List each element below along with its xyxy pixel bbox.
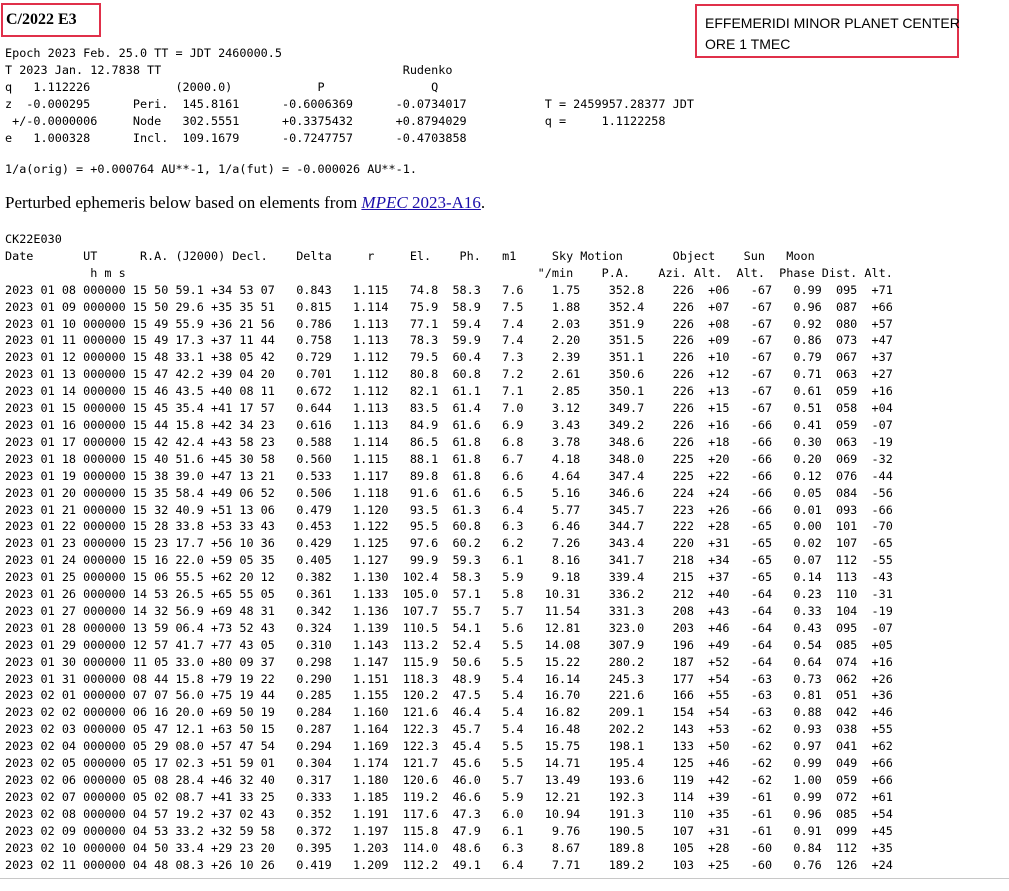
table-row: 2023 01 29 000000 12 57 41.7 +77 43 05 0… xyxy=(5,637,893,652)
orbital-elements-block: Epoch 2023 Feb. 25.0 TT = JDT 2460000.5 … xyxy=(5,46,694,145)
header-line-1: EFFEMERIDI MINOR PLANET CENTER xyxy=(705,15,960,31)
bottom-divider xyxy=(0,878,1009,879)
mpec-link-italic: MPEC xyxy=(361,193,408,212)
table-row: 2023 02 04 000000 05 29 08.0 +57 47 54 0… xyxy=(5,739,893,754)
table-row: 2023 01 16 000000 15 44 15.8 +42 34 23 0… xyxy=(5,417,893,432)
table-row: 2023 01 24 000000 15 16 22.0 +59 05 35 0… xyxy=(5,553,893,568)
header-line-2: ORE 1 TMEC xyxy=(705,36,791,52)
table-row: 2023 01 20 000000 15 35 58.4 +49 06 52 0… xyxy=(5,485,893,500)
page-title: C/2022 E3 xyxy=(1,3,101,37)
table-row: 2023 01 30 000000 11 05 33.0 +80 09 37 0… xyxy=(5,654,893,669)
table-row: 2023 01 25 000000 15 06 55.5 +62 20 12 0… xyxy=(5,570,893,585)
table-row: 2023 01 14 000000 15 46 43.5 +40 08 11 0… xyxy=(5,384,893,399)
table-row: 2023 02 07 000000 05 02 08.7 +41 33 25 0… xyxy=(5,789,893,804)
table-header-row-1: Date UT R.A. (J2000) Decl. Delta r El. P… xyxy=(5,248,815,263)
table-row: 2023 01 27 000000 14 32 56.9 +69 48 31 0… xyxy=(5,603,893,618)
header-box: EFFEMERIDI MINOR PLANET CENTER ORE 1 TME… xyxy=(695,4,960,58)
table-row: 2023 02 01 000000 07 07 56.0 +75 19 44 0… xyxy=(5,688,893,703)
object-code: CK22E030 xyxy=(5,232,62,246)
ephemeris-table: CK22E030 Date UT R.A. (J2000) Decl. Delt… xyxy=(5,231,893,873)
table-row: 2023 01 23 000000 15 23 17.7 +56 10 36 0… xyxy=(5,536,893,551)
table-row: 2023 01 21 000000 15 32 40.9 +51 13 06 0… xyxy=(5,502,893,517)
table-row: 2023 01 09 000000 15 50 29.6 +35 35 51 0… xyxy=(5,299,893,314)
table-row: 2023 01 31 000000 08 44 15.8 +79 19 22 0… xyxy=(5,671,893,686)
table-row: 2023 02 06 000000 05 08 28.4 +46 32 40 0… xyxy=(5,773,893,787)
table-row: 2023 01 12 000000 15 48 33.1 +38 05 42 0… xyxy=(5,350,893,365)
sentence-suffix: . xyxy=(480,193,486,212)
table-row: 2023 02 10 000000 04 50 33.4 +29 23 20 0… xyxy=(5,840,893,855)
ephemeris-source-sentence: Perturbed ephemeris below based on eleme… xyxy=(5,193,485,213)
sentence-prefix: Perturbed ephemeris below based on eleme… xyxy=(5,193,362,212)
table-row: 2023 01 22 000000 15 28 33.8 +53 33 43 0… xyxy=(5,519,893,534)
mpec-link[interactable]: MPEC 2023-A16 xyxy=(361,193,480,212)
table-row: 2023 01 26 000000 14 53 26.5 +65 55 05 0… xyxy=(5,587,893,602)
table-row: 2023 01 19 000000 15 38 39.0 +47 13 21 0… xyxy=(5,468,893,483)
table-row: 2023 02 03 000000 05 47 12.1 +63 50 15 0… xyxy=(5,722,893,737)
table-rows: 2023 01 08 000000 15 50 59.1 +34 53 07 0… xyxy=(5,283,893,872)
table-row: 2023 01 28 000000 13 59 06.4 +73 52 43 0… xyxy=(5,620,893,635)
table-row: 2023 01 17 000000 15 42 42.4 +43 58 23 0… xyxy=(5,434,893,449)
table-row: 2023 02 02 000000 06 16 20.0 +69 50 19 0… xyxy=(5,705,893,720)
table-row: 2023 01 10 000000 15 49 55.9 +36 21 56 0… xyxy=(5,316,893,331)
table-row: 2023 02 11 000000 04 48 08.3 +26 10 26 0… xyxy=(5,857,893,872)
table-row: 2023 01 11 000000 15 49 17.3 +37 11 44 0… xyxy=(5,333,893,348)
table-row: 2023 01 08 000000 15 50 59.1 +34 53 07 0… xyxy=(5,282,893,297)
table-row: 2023 01 18 000000 15 40 51.6 +45 30 58 0… xyxy=(5,451,893,466)
table-header-row-2: h m s "/min P.A. Azi. Alt. Alt. Phase Di… xyxy=(5,265,893,280)
mpec-link-rest: 2023-A16 xyxy=(407,193,481,212)
table-row: 2023 02 05 000000 05 17 02.3 +51 59 01 0… xyxy=(5,756,893,771)
table-row: 2023 01 13 000000 15 47 42.2 +39 04 20 0… xyxy=(5,367,893,382)
table-row: 2023 02 09 000000 04 53 33.2 +32 59 58 0… xyxy=(5,823,893,838)
table-row: 2023 01 15 000000 15 45 35.4 +41 17 57 0… xyxy=(5,401,893,416)
table-row: 2023 02 08 000000 04 57 19.2 +37 02 43 0… xyxy=(5,806,893,821)
orbit-reciprocal-axis-line: 1/a(orig) = +0.000764 AU**-1, 1/a(fut) =… xyxy=(5,162,417,176)
